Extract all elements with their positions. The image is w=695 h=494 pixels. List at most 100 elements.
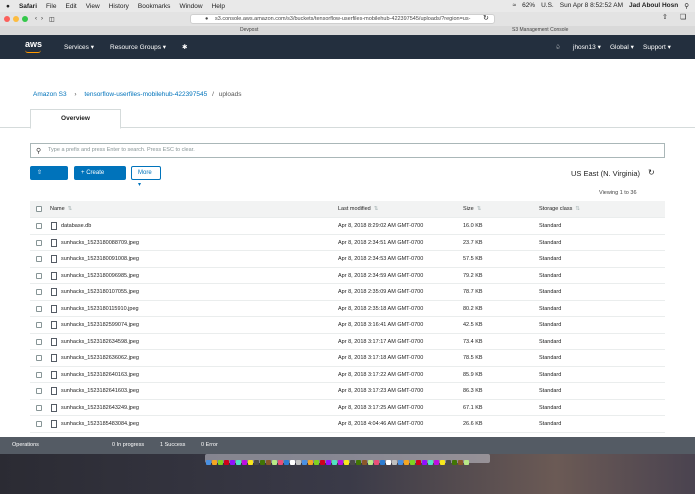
in-progress-count[interactable]: 0 In progress	[112, 437, 144, 454]
breadcrumb-bucket[interactable]: tensorflow-userfiles-mobilehub-422397545	[84, 91, 207, 98]
zoom-window-icon[interactable]	[22, 16, 28, 22]
dock-app-icon[interactable]	[373, 460, 379, 465]
dock-app-icon[interactable]	[445, 460, 451, 465]
row-checkbox[interactable]	[36, 355, 42, 361]
close-window-icon[interactable]	[4, 16, 10, 22]
global-menu[interactable]: Global ▾	[610, 43, 634, 51]
menu-history[interactable]: History	[109, 3, 129, 10]
table-row[interactable]: sunhacks_1523182636062.jpeg Apr 8, 2018 3…	[30, 350, 665, 367]
object-name-link[interactable]: sunhacks_1523182643249.jpeg	[61, 400, 139, 416]
table-row[interactable]: sunhacks_1523180115910.jpeg Apr 8, 2018 2…	[30, 301, 665, 317]
object-name-link[interactable]: database.db	[61, 218, 91, 234]
dock-app-icon[interactable]	[319, 460, 325, 465]
dock-app-icon[interactable]	[385, 460, 391, 465]
dock-app-icon[interactable]	[289, 460, 295, 465]
dock-app-icon[interactable]	[409, 460, 415, 465]
back-icon[interactable]: ‹	[35, 16, 37, 22]
support-menu[interactable]: Support ▾	[643, 43, 671, 51]
dock-app-icon[interactable]	[421, 460, 427, 465]
wifi-icon[interactable]: ≈	[513, 2, 517, 10]
dock-app-icon[interactable]	[241, 460, 247, 465]
dock-app-icon[interactable]	[313, 460, 319, 465]
user-name[interactable]: Jad Aboul Hosn	[629, 2, 678, 10]
dock-app-icon[interactable]	[205, 460, 211, 465]
resource-groups-menu[interactable]: Resource Groups ▾	[110, 43, 166, 51]
dock-app-icon[interactable]	[265, 460, 271, 465]
minimize-window-icon[interactable]	[13, 16, 19, 22]
object-name-link[interactable]: sunhacks_1523185483084.jpeg	[61, 416, 139, 432]
tab-devpost[interactable]: Devpost	[240, 27, 258, 33]
dock-app-icon[interactable]	[301, 460, 307, 465]
locale-label[interactable]: U.S.	[541, 2, 554, 10]
reload-icon[interactable]: ↻	[483, 14, 489, 22]
row-checkbox[interactable]	[36, 223, 42, 229]
dock-app-icon[interactable]	[361, 460, 367, 465]
bell-icon[interactable]: ♤	[555, 43, 561, 51]
object-name-link[interactable]: sunhacks_1523182634598.jpeg	[61, 334, 139, 350]
menu-window[interactable]: Window	[179, 3, 202, 10]
sidebar-icon[interactable]: ◫	[49, 16, 55, 23]
dock-app-icon[interactable]	[217, 460, 223, 465]
row-checkbox[interactable]	[36, 322, 42, 328]
address-bar[interactable]: ● s3.console.aws.amazon.com/s3/buckets/t…	[190, 14, 495, 24]
tab-s3-console[interactable]: S3 Management Console	[512, 27, 568, 33]
clock[interactable]: Sun Apr 8 8:52:52 AM	[560, 2, 623, 10]
row-checkbox[interactable]	[36, 239, 42, 246]
table-row[interactable]: sunhacks_1523182640163.jpeg Apr 8, 2018 3…	[30, 367, 665, 383]
menu-bookmarks[interactable]: Bookmarks	[138, 3, 171, 10]
dock-app-icon[interactable]	[355, 460, 361, 465]
refresh-icon[interactable]: ↻	[648, 168, 655, 177]
dock-app-icon[interactable]	[235, 460, 241, 465]
spotlight-icon[interactable]: ⚲	[684, 2, 689, 10]
table-row[interactable]: sunhacks_1523180088709.jpeg Apr 8, 2018 2…	[30, 235, 665, 251]
table-row[interactable]: sunhacks_1523182599074.jpeg Apr 8, 2018 3…	[30, 317, 665, 334]
dock-app-icon[interactable]	[211, 460, 217, 465]
more-button[interactable]: More ▾	[131, 166, 161, 188]
dock-app-icon[interactable]	[457, 460, 463, 465]
upload-button[interactable]: ⇧ Upload	[30, 166, 68, 188]
dock-app-icon[interactable]	[247, 460, 253, 465]
dock-app-icon[interactable]	[325, 460, 331, 465]
dock-app-icon[interactable]	[415, 460, 421, 465]
aws-logo[interactable]: aws	[25, 39, 42, 49]
forward-icon[interactable]: ›	[41, 16, 43, 22]
dock-app-icon[interactable]	[451, 460, 457, 465]
header-storage-class[interactable]: Storage class ⇅	[539, 201, 580, 217]
dock-app-icon[interactable]	[229, 460, 235, 465]
row-checkbox[interactable]	[36, 338, 42, 345]
create-folder-button[interactable]: + Create folder	[74, 166, 126, 188]
operations-label[interactable]: Operations	[12, 437, 39, 454]
table-row[interactable]: sunhacks_1523180096985.jpeg Apr 8, 2018 2…	[30, 268, 665, 284]
object-name-link[interactable]: sunhacks_1523182636062.jpeg	[61, 350, 139, 366]
dock-app-icon[interactable]	[367, 460, 373, 465]
error-count[interactable]: 0 Error	[201, 437, 218, 454]
object-name-link[interactable]: sunhacks_1523182640163.jpeg	[61, 367, 139, 383]
row-checkbox[interactable]	[36, 404, 42, 411]
dock-app-icon[interactable]	[379, 460, 385, 465]
menu-edit[interactable]: Edit	[66, 3, 77, 10]
table-row[interactable]: database.db Apr 8, 2018 8:29:02 AM GMT-07…	[30, 218, 665, 235]
row-checkbox[interactable]	[36, 388, 42, 394]
dock-app-icon[interactable]	[439, 460, 445, 465]
dock-app-icon[interactable]	[349, 460, 355, 465]
tab-overview[interactable]: Overview	[30, 109, 121, 129]
header-name[interactable]: Name ⇅	[50, 201, 72, 217]
row-checkbox[interactable]	[36, 421, 42, 427]
menu-view[interactable]: View	[86, 3, 100, 10]
object-name-link[interactable]: sunhacks_1523182641603.jpeg	[61, 383, 139, 399]
dock-app-icon[interactable]	[223, 460, 229, 465]
dock-app-icon[interactable]	[427, 460, 433, 465]
dock-app-icon[interactable]	[463, 460, 469, 465]
services-menu[interactable]: Services ▾	[64, 43, 94, 51]
object-name-link[interactable]: sunhacks_1523180096985.jpeg	[61, 268, 139, 284]
dock-app-icon[interactable]	[331, 460, 337, 465]
table-row[interactable]: sunhacks_1523180091008.jpeg Apr 8, 2018 2…	[30, 251, 665, 268]
dock-app-icon[interactable]	[277, 460, 283, 465]
share-icon[interactable]: ⇧	[662, 13, 668, 21]
row-checkbox[interactable]	[36, 371, 42, 378]
row-checkbox[interactable]	[36, 272, 42, 279]
table-row[interactable]: sunhacks_1523182643249.jpeg Apr 8, 2018 3…	[30, 400, 665, 416]
object-name-link[interactable]: sunhacks_1523180107055.jpeg	[61, 284, 139, 300]
table-row[interactable]: sunhacks_1523185483084.jpeg Apr 8, 2018 4…	[30, 416, 665, 433]
row-checkbox[interactable]	[36, 289, 42, 295]
